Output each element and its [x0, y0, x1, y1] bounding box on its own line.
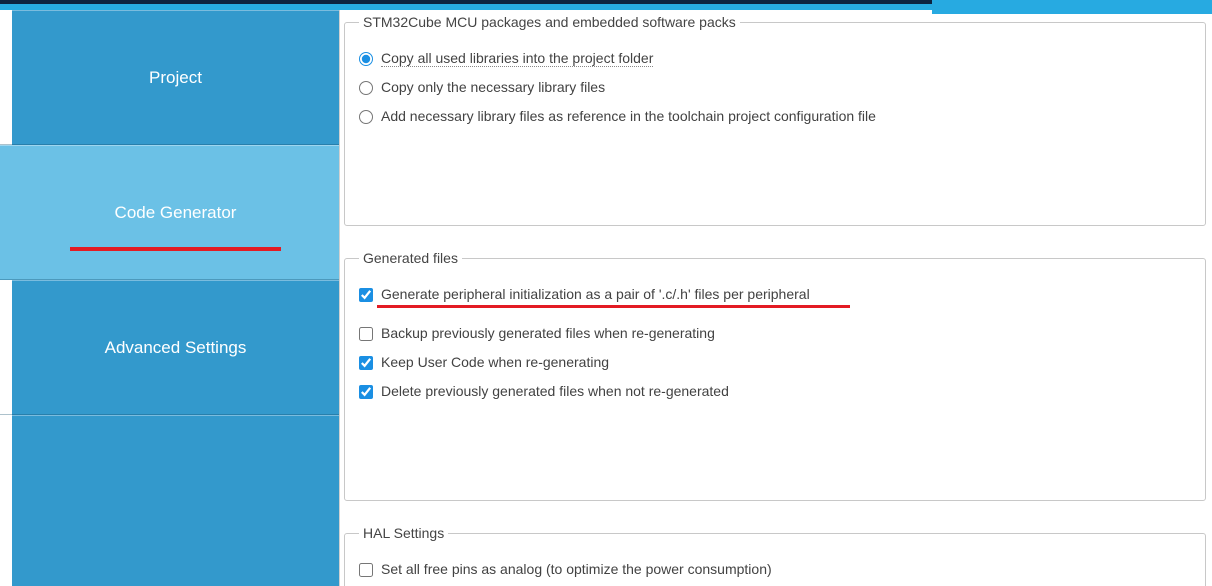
group-hal-settings: HAL Settings Set all free pins as analog…: [344, 525, 1206, 586]
checkbox-free-pins[interactable]: [359, 563, 373, 577]
app-root: Project Code Generator Advanced Settings…: [0, 0, 1212, 586]
content-area: STM32Cube MCU packages and embedded soft…: [340, 10, 1212, 586]
group-generated-files: Generated files Generate peripheral init…: [344, 250, 1206, 501]
checkbox-label[interactable]: Delete previously generated files when n…: [381, 381, 729, 402]
checkbox-pair-files[interactable]: [359, 288, 373, 302]
checkbox-label[interactable]: Generate peripheral initialization as a …: [381, 286, 810, 302]
checkbox-row-delete-prev: Delete previously generated files when n…: [359, 381, 1191, 402]
group-legend: STM32Cube MCU packages and embedded soft…: [359, 14, 740, 30]
sidebar-item-label: Code Generator: [115, 203, 237, 223]
sidebar-item-label: Project: [149, 68, 202, 88]
checkbox-keep-user[interactable]: [359, 356, 373, 370]
top-bar: [0, 0, 1212, 10]
radio-copy-necessary[interactable]: [359, 81, 373, 95]
radio-row-add-reference: Add necessary library files as reference…: [359, 106, 1191, 127]
radio-add-reference[interactable]: [359, 110, 373, 124]
radio-row-copy-necessary: Copy only the necessary library files: [359, 77, 1191, 98]
group-mcu-packages: STM32Cube MCU packages and embedded soft…: [344, 14, 1206, 226]
annotation-underline: [70, 247, 281, 251]
checkbox-label[interactable]: Backup previously generated files when r…: [381, 323, 715, 344]
checkbox-label[interactable]: Keep User Code when re-generating: [381, 352, 609, 373]
group-legend: Generated files: [359, 250, 462, 266]
sidebar-item-label: Advanced Settings: [105, 338, 247, 358]
sidebar: Project Code Generator Advanced Settings: [0, 10, 340, 586]
radio-label[interactable]: Add necessary library files as reference…: [381, 106, 876, 127]
sidebar-item-project[interactable]: Project: [0, 10, 339, 145]
radio-copy-all[interactable]: [359, 52, 373, 66]
checkbox-label[interactable]: Set all free pins as analog (to optimize…: [381, 559, 772, 580]
radio-row-copy-all: Copy all used libraries into the project…: [359, 48, 1191, 69]
checkbox-delete-prev[interactable]: [359, 385, 373, 399]
sidebar-filler: [0, 415, 339, 416]
sidebar-item-advanced-settings[interactable]: Advanced Settings: [0, 280, 339, 415]
checkbox-row-free-pins: Set all free pins as analog (to optimize…: [359, 559, 1191, 580]
radio-label[interactable]: Copy only the necessary library files: [381, 77, 605, 98]
checkbox-row-keep-user: Keep User Code when re-generating: [359, 352, 1191, 373]
sidebar-item-code-generator[interactable]: Code Generator: [0, 145, 339, 280]
checkbox-backup[interactable]: [359, 327, 373, 341]
checkbox-row-backup: Backup previously generated files when r…: [359, 323, 1191, 344]
checkbox-row-pair-files: Generate peripheral initialization as a …: [359, 284, 1191, 305]
group-legend: HAL Settings: [359, 525, 448, 541]
radio-label[interactable]: Copy all used libraries into the project…: [381, 48, 653, 69]
